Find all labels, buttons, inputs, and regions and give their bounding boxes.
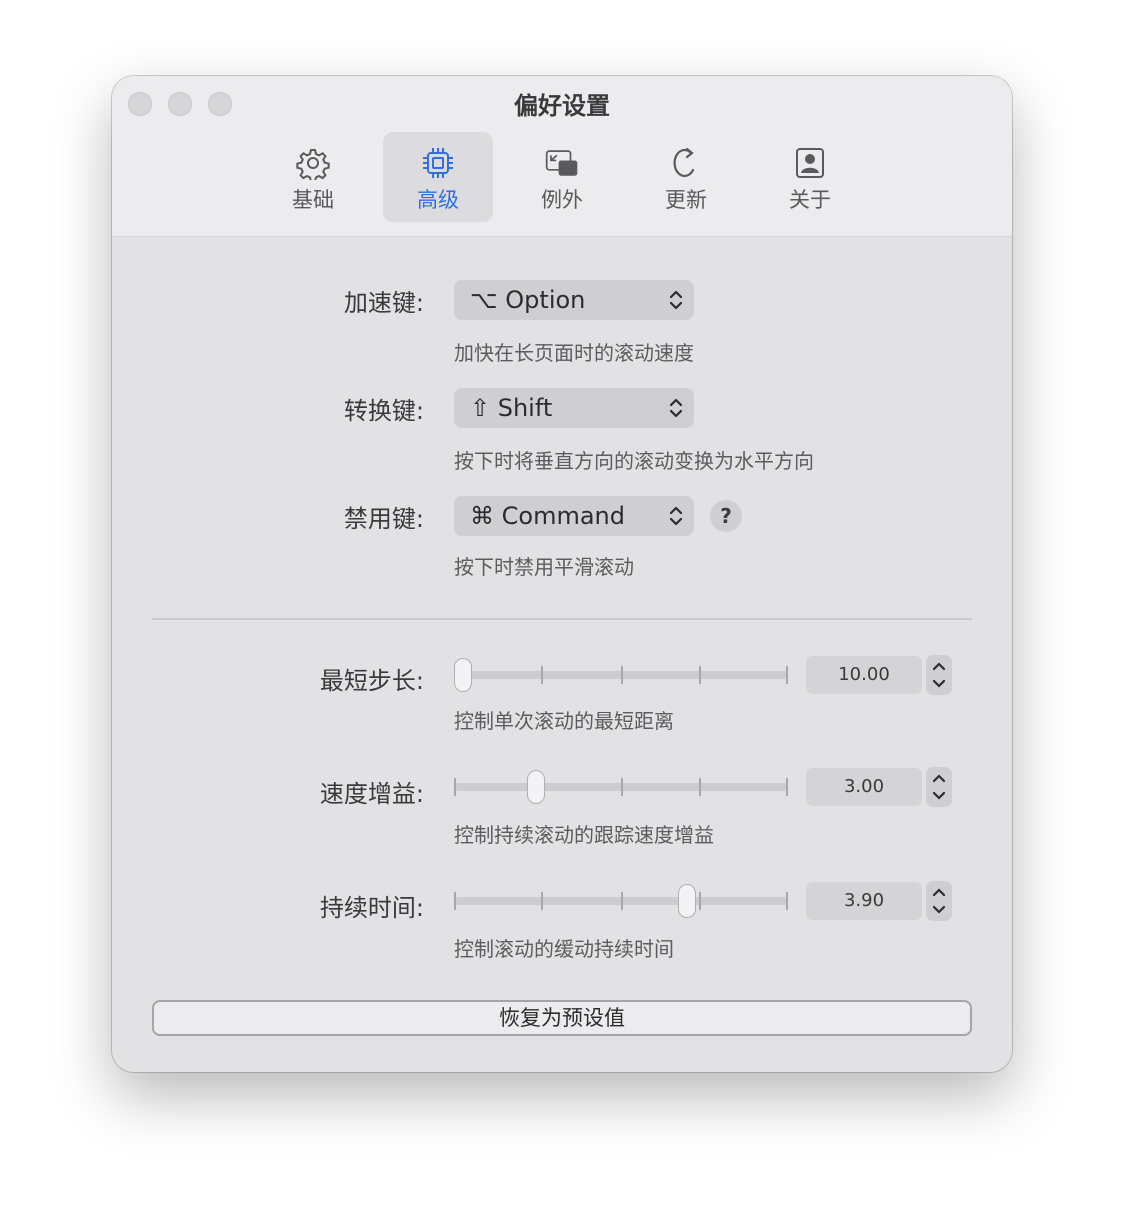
chevron-up-icon[interactable]: [929, 884, 949, 900]
slider-tick: [541, 666, 543, 684]
tab-label: 高级: [417, 188, 459, 212]
slider-tick: [699, 666, 701, 684]
window-title: 偏好设置: [514, 92, 610, 120]
slider-knob[interactable]: [678, 884, 696, 918]
accelerate-key-label: 加速键:: [343, 289, 424, 317]
duration-stepper[interactable]: [926, 881, 952, 921]
refresh-icon: [673, 147, 695, 178]
slider-tick: [454, 892, 456, 910]
speed-gain-slider[interactable]: [454, 768, 788, 808]
preferences-toolbar: 基础 高级 例外 更新 关于: [112, 132, 1012, 222]
tab-exceptions[interactable]: 例外: [507, 132, 617, 222]
reset-defaults-button[interactable]: 恢复为预设值: [152, 1000, 972, 1036]
popup-value: ⌥ Option: [470, 286, 586, 314]
speed-gain-description: 控制持续滚动的跟踪速度增益: [454, 823, 714, 847]
chevron-up-icon[interactable]: [929, 770, 949, 786]
speed-gain-label: 速度增益:: [319, 780, 424, 808]
slider-tick: [699, 892, 701, 910]
chevron-down-icon[interactable]: [929, 788, 949, 804]
chevron-down-icon[interactable]: [929, 676, 949, 692]
convert-key-description: 按下时将垂直方向的滚动变换为水平方向: [454, 449, 814, 473]
min-step-field[interactable]: 10.00: [806, 656, 922, 694]
tab-basic[interactable]: 基础: [258, 132, 368, 222]
window-exception-icon: [545, 150, 578, 176]
section-divider: [152, 618, 972, 620]
min-step-description: 控制单次滚动的最短距离: [454, 709, 674, 733]
chevron-updown-icon: [669, 290, 683, 310]
slider-tick: [621, 892, 623, 910]
duration-label: 持续时间:: [319, 894, 424, 922]
accelerate-key-popup[interactable]: ⌥ Option: [454, 280, 694, 320]
min-step-stepper[interactable]: [926, 655, 952, 695]
slider-tick: [454, 778, 456, 796]
disable-key-label: 禁用键:: [343, 505, 424, 533]
slider-tick: [621, 666, 623, 684]
speed-gain-stepper[interactable]: [926, 767, 952, 807]
chevron-updown-icon: [669, 398, 683, 418]
accelerate-key-description: 加快在长页面时的滚动速度: [454, 341, 694, 365]
tab-label: 基础: [292, 188, 334, 212]
help-button[interactable]: ?: [710, 500, 742, 532]
tab-label: 例外: [541, 188, 583, 212]
preferences-window: 偏好设置 基础 高级 例外 更新 关于 加速键: ⌥ Option 加快在长页面…: [112, 76, 1012, 1072]
convert-key-popup[interactable]: ⇧ Shift: [454, 388, 694, 428]
advanced-settings-pane: 加速键: ⌥ Option 加快在长页面时的滚动速度 转换键: ⇧ Shift …: [112, 237, 1012, 1072]
popup-value: ⇧ Shift: [470, 394, 553, 422]
convert-key-label: 转换键:: [343, 397, 424, 425]
person-card-icon: [796, 148, 824, 178]
slider-knob[interactable]: [527, 770, 545, 804]
tab-label: 更新: [665, 188, 707, 212]
popup-value: ⌘ Command: [470, 502, 625, 530]
chevron-up-icon[interactable]: [929, 658, 949, 674]
slider-tick: [621, 778, 623, 796]
tab-about[interactable]: 关于: [755, 132, 865, 222]
tab-updates[interactable]: 更新: [631, 132, 741, 222]
disable-key-popup[interactable]: ⌘ Command: [454, 496, 694, 536]
duration-description: 控制滚动的缓动持续时间: [454, 937, 674, 961]
tab-label: 关于: [789, 188, 831, 212]
chevron-down-icon[interactable]: [929, 902, 949, 918]
title-bar: 偏好设置 基础 高级 例外 更新 关于: [112, 76, 1012, 237]
tab-advanced[interactable]: 高级: [383, 132, 493, 222]
disable-key-description: 按下时禁用平滑滚动: [454, 555, 634, 579]
min-step-slider[interactable]: [454, 656, 788, 696]
slider-tick: [786, 778, 788, 796]
duration-slider[interactable]: [454, 882, 788, 922]
slider-tick: [786, 666, 788, 684]
duration-field[interactable]: 3.90: [806, 882, 922, 920]
slider-tick: [786, 892, 788, 910]
chip-icon: [423, 148, 453, 178]
min-step-label: 最短步长:: [319, 667, 424, 695]
speed-gain-field[interactable]: 3.00: [806, 768, 922, 806]
slider-knob[interactable]: [454, 658, 472, 692]
slider-tick: [699, 778, 701, 796]
gear-icon: [296, 149, 330, 180]
chevron-updown-icon: [669, 506, 683, 526]
slider-tick: [541, 892, 543, 910]
